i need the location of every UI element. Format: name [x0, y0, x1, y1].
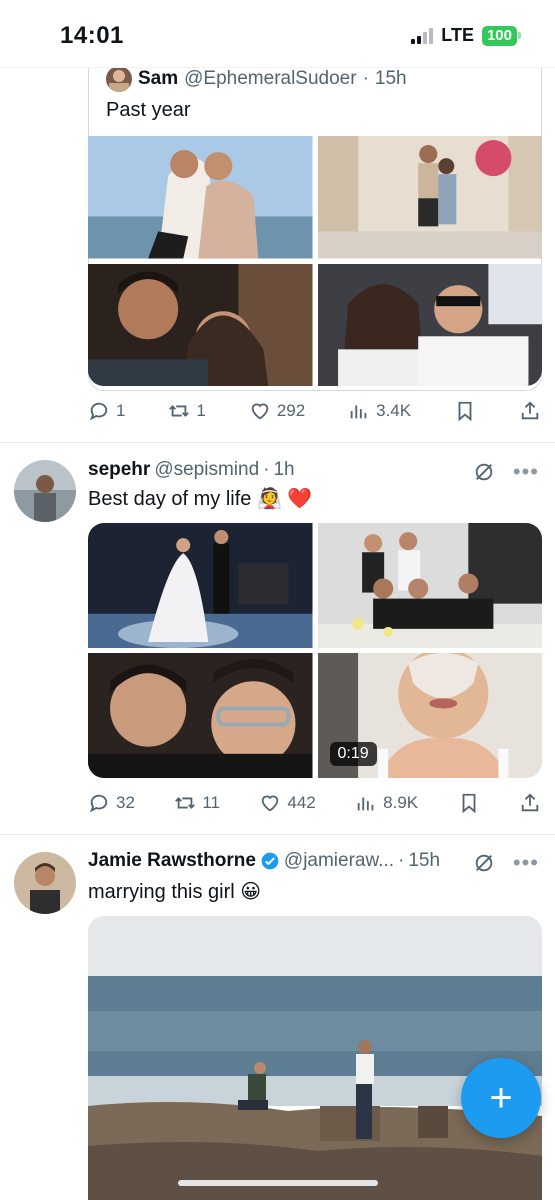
like-icon [262, 795, 279, 812]
avatar[interactable] [106, 66, 132, 92]
views-button[interactable]: 3.4K [348, 400, 411, 422]
bookmark-button[interactable] [458, 792, 480, 814]
author-name[interactable]: sepehr [88, 459, 150, 481]
like-button[interactable]: 292 [249, 400, 305, 422]
like-button[interactable]: 442 [259, 792, 316, 814]
divider [0, 442, 555, 443]
tweet-header: Jamie Rawsthorne @jamieraw... · 15h [88, 850, 440, 872]
compose-icon: + [489, 1075, 513, 1120]
status-time: 14:01 [60, 22, 124, 49]
photo-couple-street[interactable] [317, 136, 542, 259]
reply-button[interactable]: 32 [88, 792, 135, 814]
grok-icon[interactable] [473, 852, 495, 874]
avatar[interactable] [14, 460, 76, 522]
tweet-header: sepehr @sepismind · 1h [88, 459, 295, 481]
views-icon [350, 405, 367, 419]
like-count: 442 [287, 793, 316, 812]
views-count: 3.4K [376, 401, 412, 420]
battery-icon: 100 [481, 25, 522, 46]
quoted-tweet-text: Past year [106, 99, 191, 121]
views-count: 8.9K [383, 793, 419, 812]
bookmark-icon [458, 401, 472, 422]
photo-couple-beach[interactable] [88, 136, 313, 259]
reply-count: 1 [116, 401, 126, 420]
grok-icon[interactable] [473, 461, 495, 483]
repost-count: 11 [202, 793, 220, 812]
compose-button[interactable]: + [461, 1058, 541, 1138]
repost-button[interactable]: 1 [168, 400, 206, 422]
more-icon[interactable]: ••• [513, 461, 539, 483]
status-indicators: LTE 100 [411, 25, 522, 46]
dot-separator: · [362, 68, 369, 89]
divider [0, 834, 555, 835]
repost-count: 1 [196, 401, 206, 420]
tweet-menu: ••• [473, 852, 539, 874]
repost-button[interactable]: 11 [174, 792, 220, 814]
tweet-time: 15h [374, 68, 407, 89]
share-button[interactable] [519, 400, 541, 422]
tweet-text: marrying this girl 😀 [88, 881, 262, 903]
quoted-tweet-media[interactable] [88, 136, 542, 386]
dot-separator: · [263, 459, 270, 480]
share-button[interactable] [519, 792, 541, 814]
author-handle[interactable]: @sepismind [154, 459, 259, 481]
quoted-tweet-actions: 1 1 292 3.4K [88, 396, 541, 426]
repost-icon [169, 405, 190, 417]
author-handle[interactable]: @EphemeralSudoer [184, 68, 356, 90]
more-icon[interactable]: ••• [513, 852, 539, 874]
views-button[interactable]: 8.9K [355, 792, 418, 814]
share-icon [521, 793, 539, 812]
verified-icon [261, 852, 279, 870]
like-count: 292 [276, 401, 306, 420]
video-duration-badge: 0:19 [329, 742, 377, 766]
signal-icon [411, 27, 434, 44]
quoted-tweet-header: Sam @EphemeralSudoer · 15h [106, 66, 407, 92]
views-icon [357, 797, 374, 811]
status-bar: 14:01 LTE 100 [0, 0, 555, 68]
photo-wedding-group[interactable] [317, 523, 542, 648]
tweet-actions: 32 11 442 8.9K [88, 788, 541, 818]
tweet-menu: ••• [473, 461, 539, 483]
author-handle[interactable]: @jamieraw... [284, 850, 394, 872]
tweet-media[interactable]: 0:19 [88, 523, 542, 778]
photo-wedding-dance[interactable] [88, 523, 313, 648]
photo-wedding-selfie[interactable] [88, 653, 313, 778]
repost-icon [175, 797, 196, 809]
tweet-time: 15h [408, 850, 441, 871]
photo-couple-selfie[interactable] [88, 263, 313, 386]
photo-couple-car[interactable] [317, 263, 542, 386]
reply-icon [89, 794, 108, 813]
reply-count: 32 [116, 793, 135, 812]
tweet-text: Best day of my life 👰 ❤️ [88, 488, 313, 510]
share-icon [521, 401, 539, 420]
avatar[interactable] [14, 852, 76, 914]
home-indicator [178, 1180, 378, 1186]
reply-icon [89, 402, 108, 421]
like-icon [251, 403, 269, 420]
dot-separator: · [398, 850, 405, 871]
reply-button[interactable]: 1 [88, 400, 125, 422]
author-name[interactable]: Sam [138, 68, 178, 90]
photo-bride-video[interactable]: 0:19 [317, 653, 542, 778]
bookmark-icon [462, 793, 475, 814]
network-label: LTE [441, 25, 474, 45]
tweet-time: 1h [273, 459, 295, 480]
author-name[interactable]: Jamie Rawsthorne [88, 850, 256, 872]
bookmark-button[interactable] [454, 400, 476, 422]
photo-proposal[interactable] [88, 916, 542, 1200]
